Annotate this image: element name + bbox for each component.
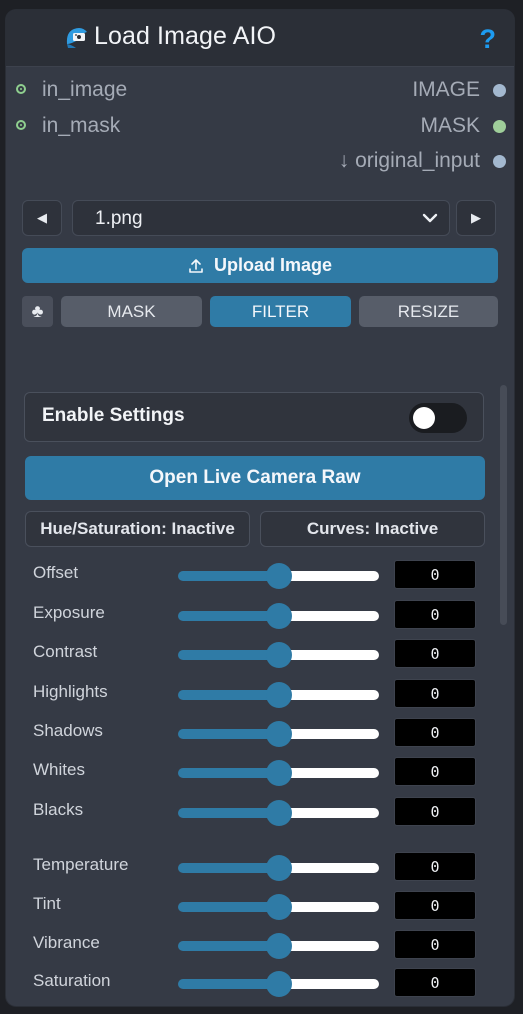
slider-thumb[interactable] [265,855,292,881]
input-socket-icon[interactable] [16,120,26,130]
chevron-down-icon [422,213,438,223]
tab-label: FILTER [251,301,310,321]
output-socket-original-input-icon[interactable] [493,155,506,168]
slider-thumb[interactable] [265,760,292,786]
tab-filter[interactable]: FILTER [210,296,351,327]
node-title: Load Image AIO [94,22,277,50]
next-file-button[interactable]: ▶ [456,200,496,236]
slider-thumb[interactable] [265,971,292,997]
slider-label: Highlights [33,682,108,701]
slider-value-input[interactable]: 0 [394,852,476,881]
slider-row-temperature: Temperature 0 [6,852,506,882]
tab-label: MASK [107,301,156,321]
slider-label: Whites [33,760,85,779]
upload-icon [189,258,203,273]
slider-value-input[interactable]: 0 [394,560,476,589]
input-slot-in-mask[interactable]: in_mask [16,114,121,138]
slider-label: Saturation [33,971,111,990]
output-socket-mask-icon[interactable] [493,120,506,133]
node-titlebar[interactable]: Load Image AIO ? [6,10,514,67]
slider-thumb[interactable] [265,682,292,708]
clover-button[interactable]: ♣ [22,296,53,327]
hue-saturation-status-label: Hue/Saturation: Inactive [40,519,235,538]
output-slot-image[interactable]: IMAGE [412,78,480,102]
slider-label: Tint [33,894,61,913]
output-slot-label: IMAGE [412,78,480,101]
previous-file-button[interactable]: ◀ [22,200,62,236]
open-live-camera-raw-button[interactable]: Open Live Camera Raw [25,456,485,500]
slider-label: Shadows [33,721,103,740]
slider-value-input[interactable]: 0 [394,968,476,997]
input-socket-icon[interactable] [16,84,26,94]
slider-label: Exposure [33,603,105,622]
slider-label: Contrast [33,642,98,661]
slider-thumb[interactable] [265,642,292,668]
load-image-aio-node[interactable]: Load Image AIO ? in_image in_mask IMAGE … [6,10,514,1006]
slider-thumb[interactable] [265,721,292,747]
slider-row-tint: Tint 0 [6,891,506,921]
caret-right-icon: ▶ [471,210,481,225]
slider-value-input[interactable]: 0 [394,797,476,826]
slider-thumb[interactable] [265,563,292,589]
help-icon[interactable]: ? [480,24,497,55]
toggle-knob [413,407,435,429]
input-slot-label: in_image [42,78,128,101]
caret-left-icon: ◀ [37,210,47,225]
output-slot-label: ↓ original_input [338,149,480,172]
clover-icon: ♣ [31,301,44,321]
input-slot-in-image[interactable]: in_image [16,78,128,102]
tab-label: RESIZE [397,301,460,321]
slider-row-shadows: Shadows 0 [6,718,506,748]
output-slot-original-input[interactable]: ↓ original_input [339,149,480,173]
curves-status-label: Curves: Inactive [306,519,439,538]
file-select-value: 1.png [95,208,143,229]
slider-value-input[interactable]: 0 [394,930,476,959]
upload-image-button[interactable]: Upload Image [22,248,498,283]
slider-row-blacks: Blacks 0 [6,797,506,827]
file-select[interactable]: 1.png [72,200,450,236]
slider-value-input[interactable]: 0 [394,757,476,786]
slider-label: Offset [33,563,79,582]
slider-row-whites: Whites 0 [6,757,506,787]
enable-settings-toggle[interactable] [409,403,467,433]
enable-settings-label: Enable Settings [42,405,185,426]
curves-status[interactable]: Curves: Inactive [260,511,485,547]
slider-thumb[interactable] [265,603,292,629]
mascot-icon [64,24,90,50]
slider-thumb[interactable] [265,933,292,959]
input-slot-label: in_mask [42,114,121,137]
slider-row-saturation: Saturation 0 [6,968,506,998]
slider-thumb[interactable] [265,800,292,826]
slider-value-input[interactable]: 0 [394,639,476,668]
slider-label: Temperature [33,855,129,874]
slider-row-contrast: Contrast 0 [6,639,506,669]
slider-value-input[interactable]: 0 [394,718,476,747]
hue-saturation-status[interactable]: Hue/Saturation: Inactive [25,511,250,547]
upload-image-label: Upload Image [213,255,333,275]
slider-row-exposure: Exposure 0 [6,600,506,630]
slider-value-input[interactable]: 0 [394,600,476,629]
slider-value-input[interactable]: 0 [394,891,476,920]
slider-value-input[interactable]: 0 [394,679,476,708]
slider-label: Vibrance [33,933,100,952]
output-socket-image-icon[interactable] [493,84,506,97]
slider-row-highlights: Highlights 0 [6,679,506,709]
slider-label: Blacks [33,800,84,819]
camera-raw-label: Open Live Camera Raw [149,467,361,488]
tab-mask[interactable]: MASK [61,296,202,327]
tab-resize[interactable]: RESIZE [359,296,498,327]
slider-row-vibrance: Vibrance 0 [6,930,506,960]
slider-row-offset: Offset 0 [6,560,506,590]
output-slot-label: MASK [420,114,480,137]
enable-settings-panel: Enable Settings [24,392,484,442]
output-slot-mask[interactable]: MASK [420,114,480,138]
slider-thumb[interactable] [265,894,292,920]
